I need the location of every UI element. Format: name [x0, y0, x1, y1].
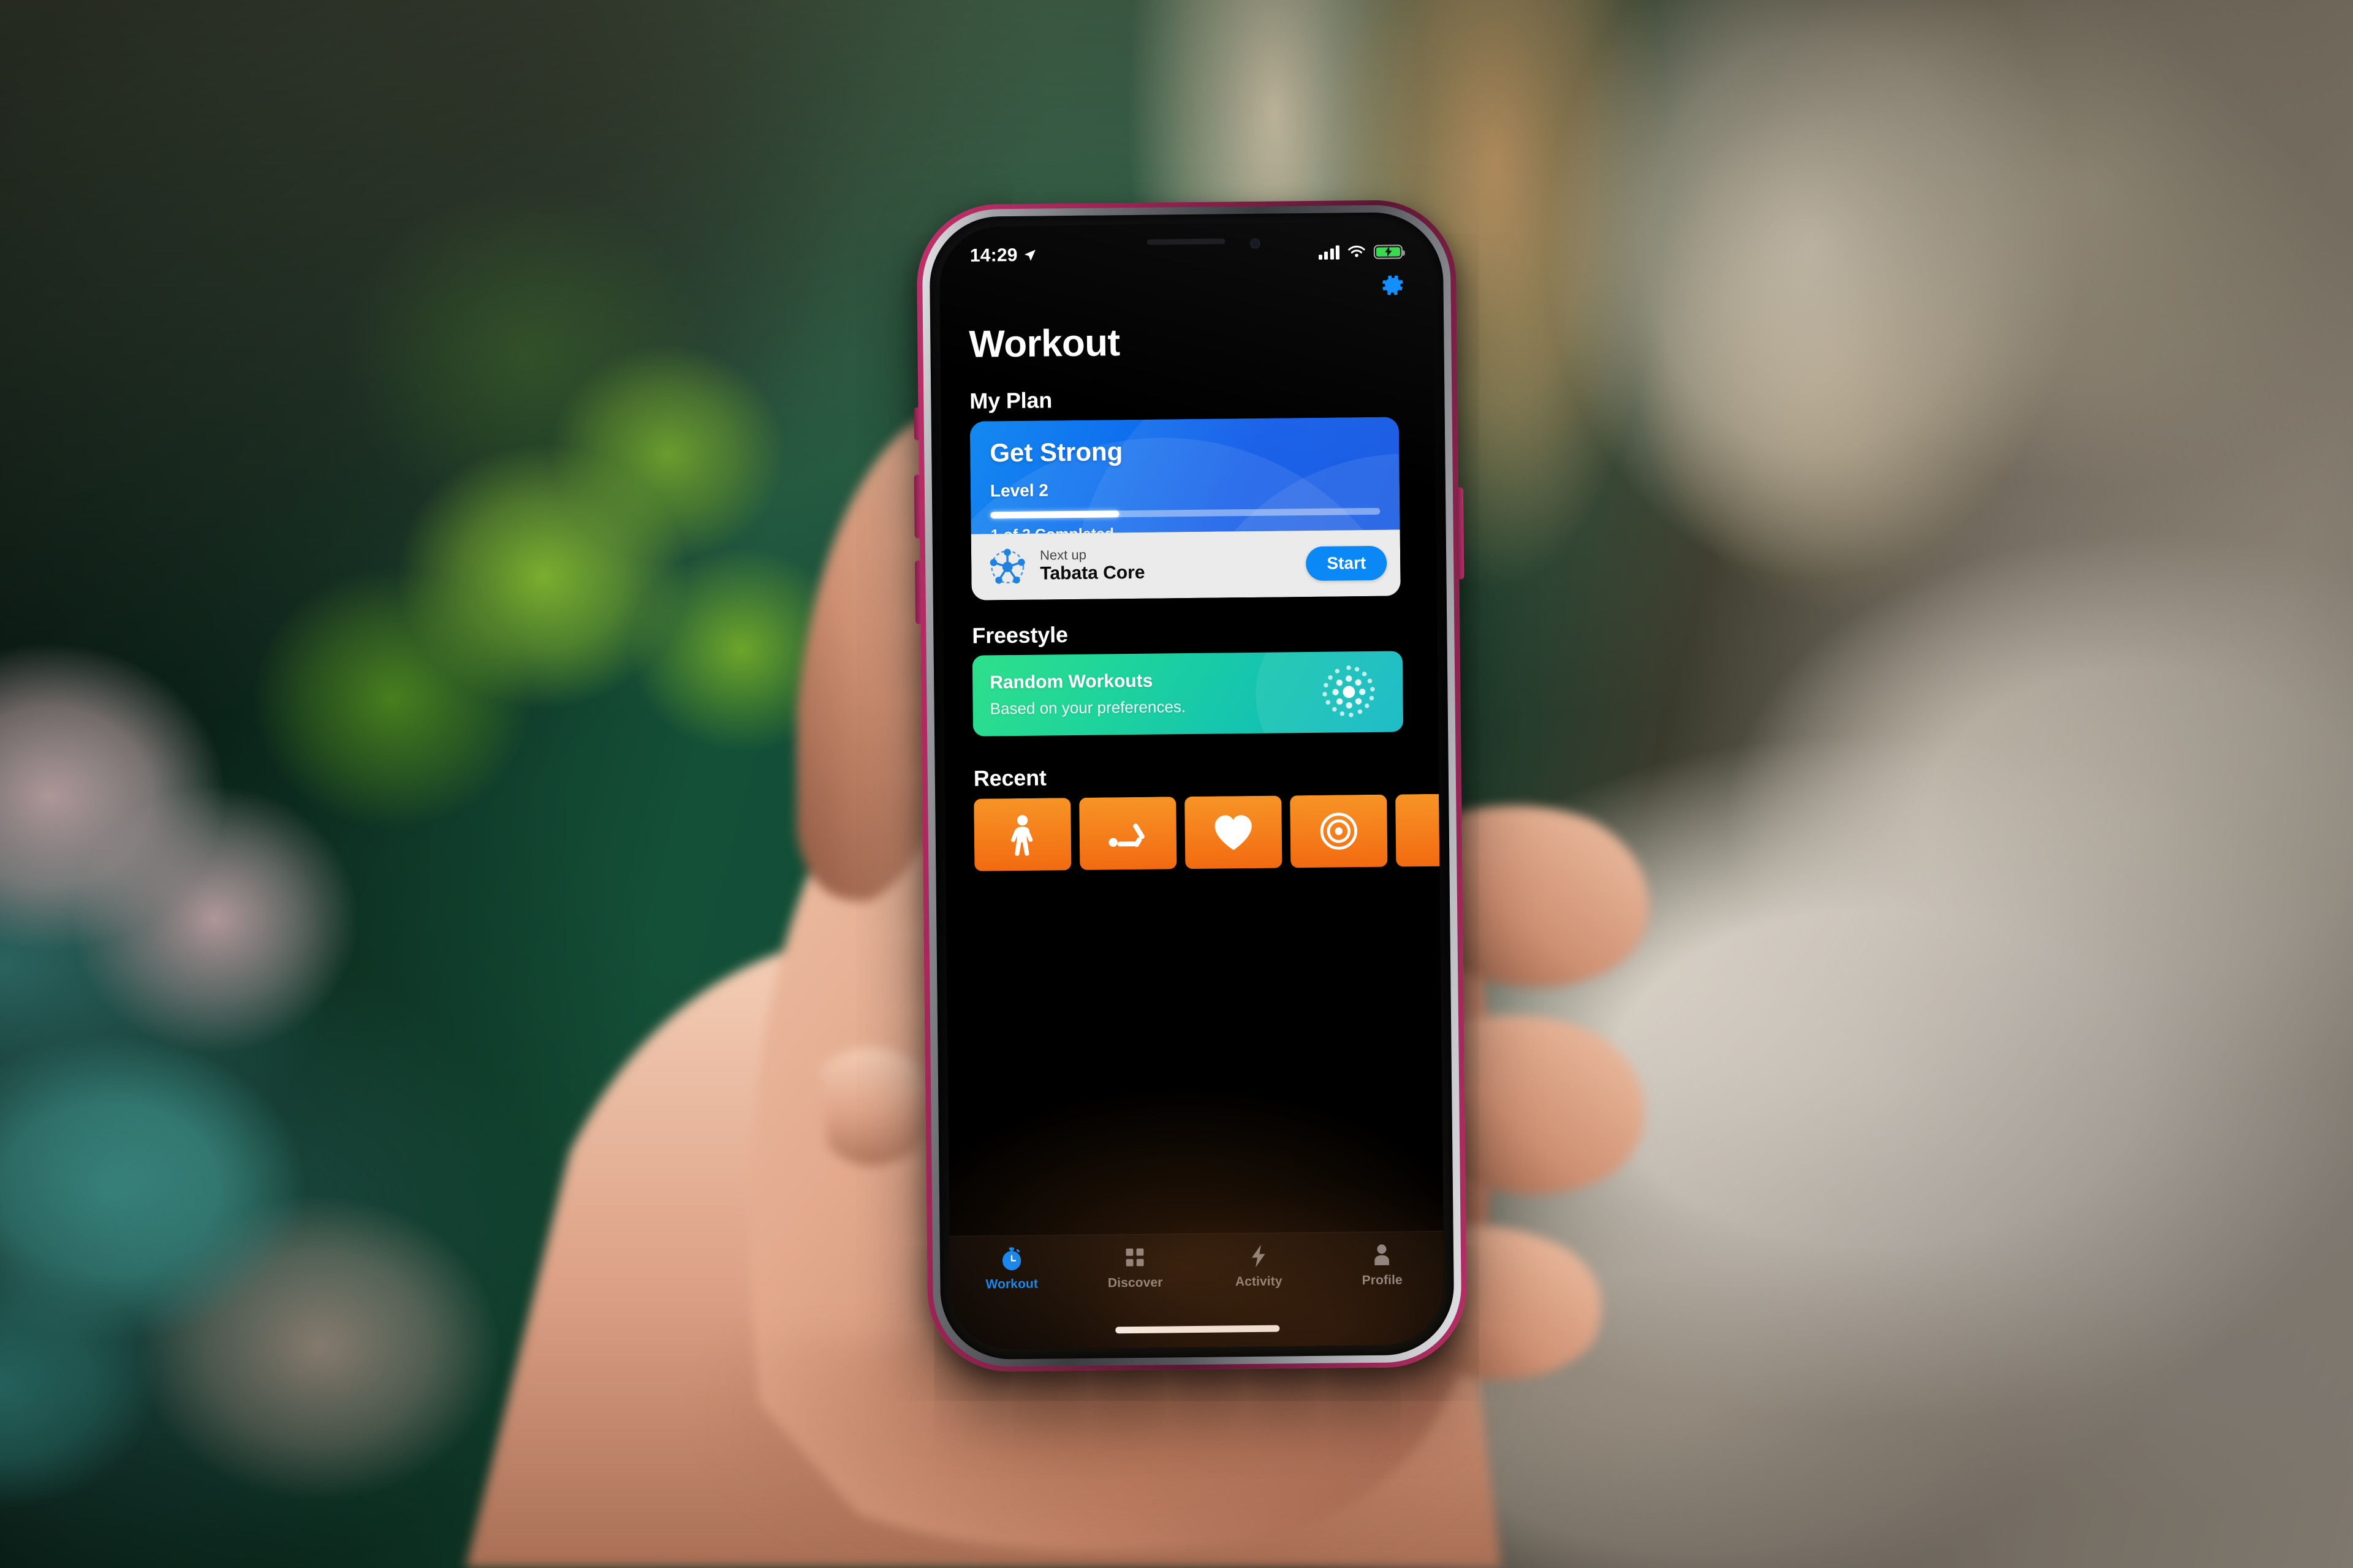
wifi-icon — [1348, 245, 1365, 257]
battery-charging-icon — [1373, 244, 1403, 259]
phone-screen: 14:29 Workout My Plan Get Strong Level 2… — [939, 221, 1445, 1350]
target-bullseye-icon — [1320, 812, 1357, 850]
grid-squares-icon — [1126, 1248, 1144, 1267]
recent-workouts-carousel[interactable] — [974, 793, 1440, 873]
person-icon — [1374, 1244, 1390, 1265]
plan-card-hero: Get Strong Level 2 1 of 3 Completed — [969, 417, 1400, 534]
tab-label-discover: Discover — [1107, 1275, 1163, 1290]
plan-title: Get Strong — [990, 437, 1123, 468]
earpiece-speaker — [1146, 238, 1226, 245]
mute-switch[interactable] — [914, 407, 921, 441]
random-workouts-subtitle: Based on your preferences. — [990, 697, 1186, 718]
next-up-workout-name: Tabata Core — [1040, 562, 1145, 584]
volume-up-button[interactable] — [914, 474, 922, 539]
start-button[interactable]: Start — [1306, 545, 1387, 581]
front-camera — [1249, 238, 1260, 249]
section-header-my-plan: My Plan — [969, 387, 1053, 414]
volume-down-button[interactable] — [915, 560, 923, 624]
page-title: Workout — [969, 322, 1120, 366]
random-workouts-title: Random Workouts — [990, 670, 1153, 693]
recent-tile-partial[interactable] — [1395, 793, 1440, 867]
tab-label-workout: Workout — [985, 1276, 1039, 1292]
network-nodes-icon — [990, 548, 1025, 584]
workout-app: Workout My Plan Get Strong Level 2 1 of … — [939, 222, 1445, 1350]
tab-workout[interactable]: Workout — [950, 1245, 1074, 1292]
section-header-freestyle: Freestyle — [972, 622, 1068, 648]
random-workouts-card[interactable]: Random Workouts Based on your preference… — [972, 651, 1404, 737]
notch — [1066, 222, 1306, 270]
tab-profile[interactable]: Profile — [1320, 1241, 1444, 1289]
settings-button[interactable] — [1379, 272, 1405, 298]
tab-discover[interactable]: Discover — [1073, 1244, 1197, 1291]
next-up-text: Next up Tabata Core — [1040, 545, 1294, 585]
gear-icon[interactable] — [1379, 272, 1405, 298]
tab-label-profile: Profile — [1362, 1273, 1403, 1288]
standing-figure-icon — [1011, 815, 1033, 856]
plank-figure-icon — [1108, 824, 1145, 847]
radial-dot-burst-icon — [1322, 665, 1375, 718]
iphone-device: 14:29 Workout My Plan Get Strong Level 2… — [914, 199, 1468, 1373]
recent-tile-heart[interactable] — [1184, 795, 1283, 869]
status-bar-right — [1318, 244, 1403, 260]
location-arrow-icon — [1024, 249, 1036, 261]
plan-progress-fill — [990, 510, 1120, 519]
heart-icon — [1214, 815, 1252, 850]
next-up-row[interactable]: Next up Tabata Core Start — [971, 529, 1401, 600]
tab-label-activity: Activity — [1235, 1274, 1283, 1289]
recent-tile-target[interactable] — [1290, 794, 1388, 868]
recent-tile-standing-figure[interactable] — [974, 798, 1072, 871]
lightning-bolt-icon — [1251, 1244, 1265, 1268]
plan-level: Level 2 — [990, 480, 1049, 501]
charging-bolt-icon — [1384, 246, 1392, 257]
tab-activity[interactable]: Activity — [1197, 1243, 1320, 1290]
status-bar-left: 14:29 — [970, 245, 1037, 267]
cellular-signal-icon — [1318, 244, 1340, 260]
clock-time: 14:29 — [969, 244, 1018, 266]
recent-tile-plank-figure[interactable] — [1079, 797, 1177, 870]
stopwatch-icon — [1002, 1247, 1021, 1271]
power-button[interactable] — [1456, 487, 1464, 580]
plan-card[interactable]: Get Strong Level 2 1 of 3 Completed — [969, 417, 1401, 600]
section-header-recent: Recent — [973, 765, 1047, 791]
